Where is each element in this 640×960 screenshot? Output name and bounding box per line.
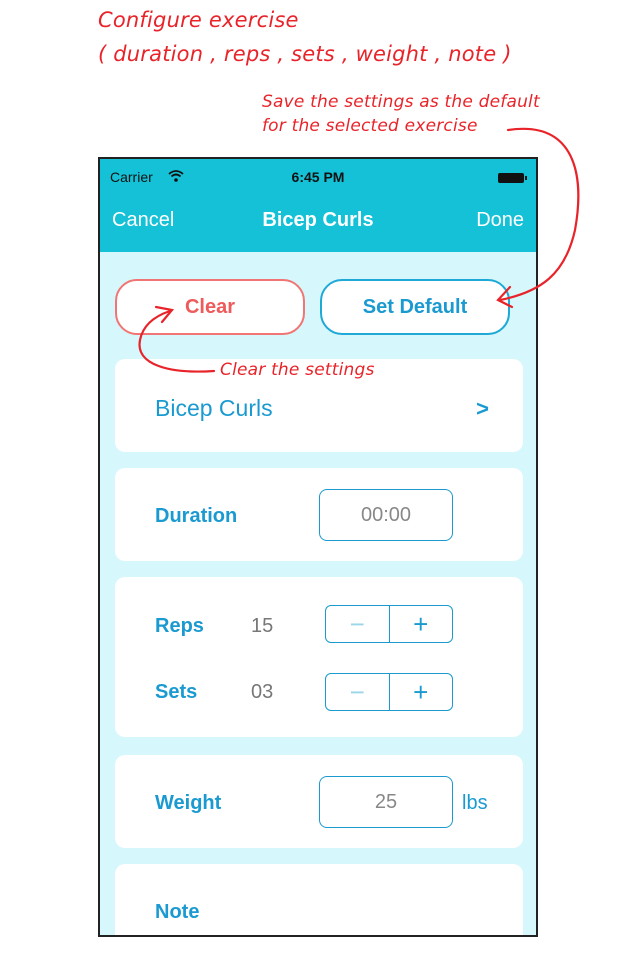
duration-label: Duration — [155, 505, 238, 527]
exercise-name: Bicep Curls — [155, 395, 273, 421]
phone-screen: Carrier 6:45 PM Cancel Bicep Curls Done … — [98, 157, 538, 937]
reps-increment-button[interactable]: + — [390, 606, 453, 642]
clear-button[interactable]: Clear — [115, 279, 305, 335]
sets-decrement-button[interactable]: − — [326, 674, 390, 710]
battery-icon — [498, 173, 527, 183]
duration-field[interactable]: 00:00 — [319, 489, 453, 541]
reps-sets-card: Reps 15 − + Sets 03 − + — [115, 577, 523, 737]
sets-increment-button[interactable]: + — [390, 674, 453, 710]
sets-label: Sets — [155, 681, 198, 703]
annotation-subtitle: ( duration , reps , sets , weight , note… — [98, 42, 512, 66]
note-label: Note — [155, 901, 200, 923]
navigation-bar: Carrier 6:45 PM Cancel Bicep Curls Done — [100, 159, 536, 252]
annotation-title: Configure exercise — [98, 8, 299, 32]
weight-label: Weight — [155, 792, 222, 814]
done-button[interactable]: Done — [476, 209, 524, 232]
annotation-clear: Clear the settings — [220, 360, 375, 380]
reps-value: 15 — [251, 615, 274, 637]
duration-card: Duration 00:00 — [115, 468, 523, 561]
weight-field[interactable]: 25 — [319, 776, 453, 828]
sets-stepper: − + — [325, 673, 453, 711]
annotation-set-default-line1: Save the settings as the default — [262, 92, 540, 112]
weight-unit: lbs — [462, 792, 488, 814]
reps-decrement-button[interactable]: − — [326, 606, 390, 642]
status-time: 6:45 PM — [291, 169, 345, 185]
reps-stepper: − + — [325, 605, 453, 643]
chevron-right-icon: > — [476, 396, 489, 421]
page-title: Bicep Curls — [262, 209, 374, 231]
sets-value: 03 — [251, 681, 274, 703]
weight-card: Weight 25 lbs — [115, 755, 523, 848]
reps-label: Reps — [155, 615, 204, 637]
note-card[interactable]: Note — [115, 864, 523, 935]
annotation-set-default-line2: for the selected exercise — [262, 116, 478, 136]
set-default-button[interactable]: Set Default — [320, 279, 510, 335]
